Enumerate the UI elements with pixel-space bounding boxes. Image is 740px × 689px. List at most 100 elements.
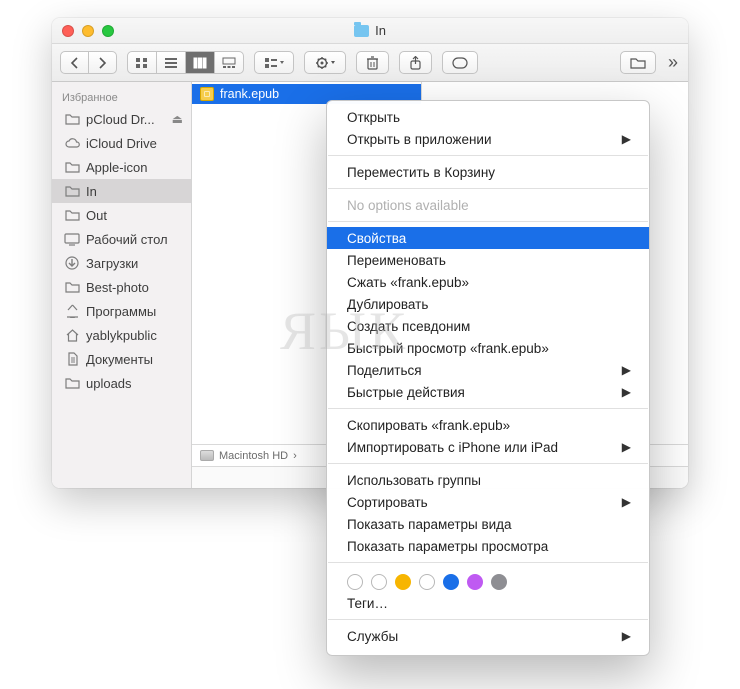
tag-color-dot[interactable] <box>371 574 387 590</box>
menu-item[interactable]: Открыть <box>327 106 649 128</box>
submenu-arrow-icon: ▶ <box>622 385 631 399</box>
tag-color-dot[interactable] <box>347 574 363 590</box>
tags-button[interactable] <box>442 51 478 74</box>
sidebar-item[interactable]: uploads <box>52 371 191 395</box>
menu-item-label: Дублировать <box>347 297 631 312</box>
folder-icon <box>354 25 369 37</box>
sidebar-item[interactable]: yablykpublic <box>52 323 191 347</box>
sidebar-item[interactable]: Рабочий стол <box>52 227 191 251</box>
menu-item-label: Показать параметры вида <box>347 517 631 532</box>
nav-back-forward <box>60 51 117 74</box>
menu-item-label: Сортировать <box>347 495 622 510</box>
menu-item-label: Быстрые действия <box>347 385 622 400</box>
menu-item[interactable]: Дублировать <box>327 293 649 315</box>
menu-item-label: Открыть <box>347 110 631 125</box>
sidebar-item-label: Out <box>86 208 183 223</box>
sidebar-item-label: Программы <box>86 304 183 319</box>
menu-item[interactable]: Переместить в Корзину <box>327 161 649 183</box>
view-gallery-button[interactable] <box>215 52 243 73</box>
menu-item[interactable]: Показать параметры вида <box>327 513 649 535</box>
menu-item[interactable]: Поделиться▶ <box>327 359 649 381</box>
submenu-arrow-icon: ▶ <box>622 495 631 509</box>
window-title-text: In <box>375 23 386 38</box>
cloud-icon <box>64 136 80 150</box>
docs-icon <box>64 352 80 366</box>
view-list-button[interactable] <box>157 52 186 73</box>
menu-item[interactable]: Использовать группы <box>327 469 649 491</box>
more-button[interactable]: » <box>666 52 680 73</box>
tag-color-dot[interactable] <box>395 574 411 590</box>
menu-item[interactable]: Переименовать <box>327 249 649 271</box>
tag-color-dot[interactable] <box>443 574 459 590</box>
menu-item[interactable]: Скопировать «frank.epub» <box>327 414 649 436</box>
zoom-button[interactable] <box>102 25 114 37</box>
sidebar-item-label: Загрузки <box>86 256 183 271</box>
folder-icon <box>64 112 80 126</box>
sidebar-item[interactable]: Best-photo <box>52 275 191 299</box>
share-button[interactable] <box>399 51 432 74</box>
sidebar-item[interactable]: pCloud Dr...⏏ <box>52 107 191 131</box>
menu-item[interactable]: Создать псевдоним <box>327 315 649 337</box>
menu-item[interactable]: Сжать «frank.epub» <box>327 271 649 293</box>
tag-color-dot[interactable] <box>491 574 507 590</box>
sidebar-item[interactable]: Документы <box>52 347 191 371</box>
menu-item-tags[interactable]: Теги… <box>327 592 649 614</box>
menu-item-label: Использовать группы <box>347 473 631 488</box>
menu-item[interactable]: Импортировать с iPhone или iPad▶ <box>327 436 649 458</box>
sidebar-item-label: Apple-icon <box>86 160 183 175</box>
window-controls <box>62 25 114 37</box>
menu-item[interactable]: Быстрые действия▶ <box>327 381 649 403</box>
sidebar-item-label: iCloud Drive <box>86 136 183 151</box>
menu-item-label: Сжать «frank.epub» <box>347 275 631 290</box>
menu-item: No options available <box>327 194 649 216</box>
window-title: In <box>52 23 688 38</box>
new-folder-button[interactable] <box>620 51 656 74</box>
tag-color-dot[interactable] <box>467 574 483 590</box>
sidebar-heading: Избранное <box>52 88 191 107</box>
menu-separator <box>328 221 648 222</box>
menu-item[interactable]: Показать параметры просмотра <box>327 535 649 557</box>
menu-separator <box>328 408 648 409</box>
submenu-arrow-icon: ▶ <box>622 132 631 146</box>
menu-item[interactable]: Открыть в приложении▶ <box>327 128 649 150</box>
menu-item[interactable]: Быстрый просмотр «frank.epub» <box>327 337 649 359</box>
minimize-button[interactable] <box>82 25 94 37</box>
back-button[interactable] <box>61 52 89 73</box>
menu-item-services[interactable]: Службы▶ <box>327 625 649 647</box>
menu-item-label: Переместить в Корзину <box>347 165 631 180</box>
house-icon <box>64 328 80 342</box>
sidebar-item[interactable]: Программы <box>52 299 191 323</box>
sidebar-item-label: Документы <box>86 352 183 367</box>
menu-item[interactable]: Сортировать▶ <box>327 491 649 513</box>
sidebar-item[interactable]: In <box>52 179 191 203</box>
menu-separator <box>328 562 648 563</box>
menu-item-label: No options available <box>347 198 631 213</box>
sidebar-item[interactable]: iCloud Drive <box>52 131 191 155</box>
menu-separator <box>328 155 648 156</box>
action-button[interactable] <box>304 51 346 74</box>
close-button[interactable] <box>62 25 74 37</box>
folder-icon <box>64 184 80 198</box>
submenu-arrow-icon: ▶ <box>622 440 631 454</box>
sidebar-item[interactable]: Загрузки <box>52 251 191 275</box>
menu-item-label: Свойства <box>347 231 631 246</box>
tag-color-dot[interactable] <box>419 574 435 590</box>
view-icons-button[interactable] <box>128 52 157 73</box>
menu-item-label: Быстрый просмотр «frank.epub» <box>347 341 631 356</box>
sidebar-item[interactable]: Apple-icon <box>52 155 191 179</box>
trash-button[interactable] <box>356 51 389 74</box>
folder-icon <box>64 208 80 222</box>
group-button[interactable] <box>254 51 294 74</box>
eject-icon[interactable]: ⏏ <box>172 112 183 126</box>
sidebar-item[interactable]: Out <box>52 203 191 227</box>
menu-item-label: Открыть в приложении <box>347 132 622 147</box>
sidebar-item-label: uploads <box>86 376 183 391</box>
menu-separator <box>328 188 648 189</box>
submenu-arrow-icon: ▶ <box>622 363 631 377</box>
folder-icon <box>64 160 80 174</box>
menu-item[interactable]: Свойства <box>327 227 649 249</box>
forward-button[interactable] <box>89 52 116 73</box>
apps-icon <box>64 304 80 318</box>
view-columns-button[interactable] <box>186 52 215 73</box>
submenu-arrow-icon: ▶ <box>622 629 631 643</box>
